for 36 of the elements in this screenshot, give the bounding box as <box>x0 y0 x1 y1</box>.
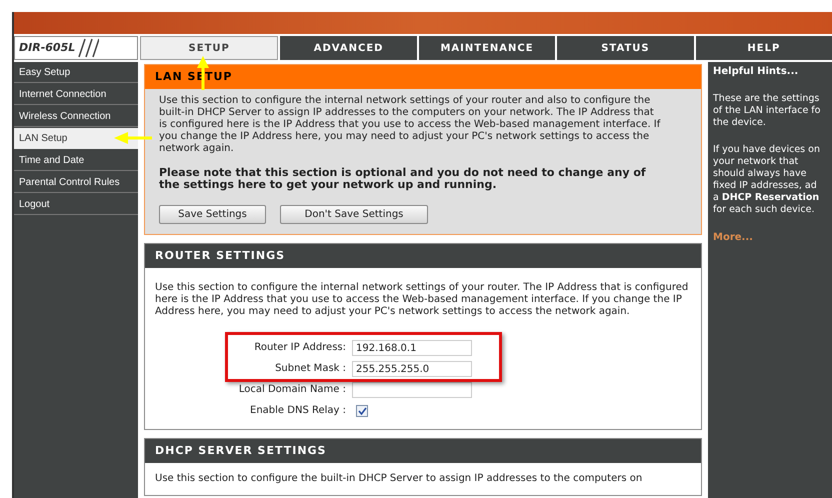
field-label: Subnet Mask : <box>274 363 346 375</box>
nav-tab[interactable]: HELP <box>696 36 832 60</box>
checkbox[interactable] <box>356 405 368 417</box>
slash-icon <box>77 38 100 58</box>
description-text: Use this section to configure the internal network settings of your router. The IP Address that is configured here is the IP Address that you use to access the Web-based management interface. If you change the IP Address here, you may need to adjust your PC's network settings to access the network again. <box>155 282 690 318</box>
nav-tab[interactable]: MAINTENANCE <box>418 36 556 60</box>
sidebar-item[interactable]: LAN Setup <box>14 128 138 149</box>
help-text: fixed IP addresses, ad <box>713 180 817 192</box>
help-text: a DHCP Reservation <box>713 192 820 204</box>
arrow-annotation <box>114 132 152 144</box>
help-text: for each such device. <box>713 204 814 216</box>
field-label: Local Domain Name : <box>238 384 346 396</box>
description-text: Use this section to configure the built-in DHCP Server to assign IP addresses to the computers on <box>155 473 644 485</box>
nav-tab[interactable]: STATUS <box>557 36 694 60</box>
description-text: Use this section to configure the internal network settings of your router and also to configure the built-in DHCP Server to assign IP addresses to the computers on your network. The IP Address that is configured here is the IP Address that you use to access the Web-based management interface. If you change the IP Address here, you may need to adjust your PC's network settings to access the network again. <box>159 95 661 155</box>
section-header: DHCP SERVER SETTINGS <box>145 439 701 463</box>
help-title: Helpful Hints... <box>713 66 800 78</box>
help-text: If you have devices on <box>713 144 820 156</box>
help-text: the device. <box>713 117 766 129</box>
action-button[interactable]: Don't Save Settings <box>280 205 428 224</box>
field-label: Enable DNS Relay : <box>249 405 346 417</box>
field-label: Router IP Address: <box>253 342 346 354</box>
help-text: your network that <box>713 156 798 168</box>
model-label: DIR-605L <box>19 40 76 56</box>
action-button[interactable]: Save Settings <box>159 205 266 224</box>
section-header: ROUTER SETTINGS <box>145 244 701 268</box>
help-text: of the LAN interface fo <box>713 105 820 117</box>
help-text: should always have <box>713 168 806 180</box>
note-text: Please note that this section is optional and you do not need to change any of the settings here to get your network up and running. <box>159 167 647 191</box>
text-field[interactable]: 192.168.0.1 <box>352 340 472 356</box>
text-field[interactable] <box>352 382 472 398</box>
nav-tab[interactable]: ADVANCED <box>280 36 417 60</box>
text-field[interactable]: 255.255.255.0 <box>352 361 472 377</box>
nav-tab[interactable]: SETUP <box>140 36 278 60</box>
help-text: These are the settings <box>713 93 820 105</box>
more-link[interactable]: More... <box>713 232 753 244</box>
